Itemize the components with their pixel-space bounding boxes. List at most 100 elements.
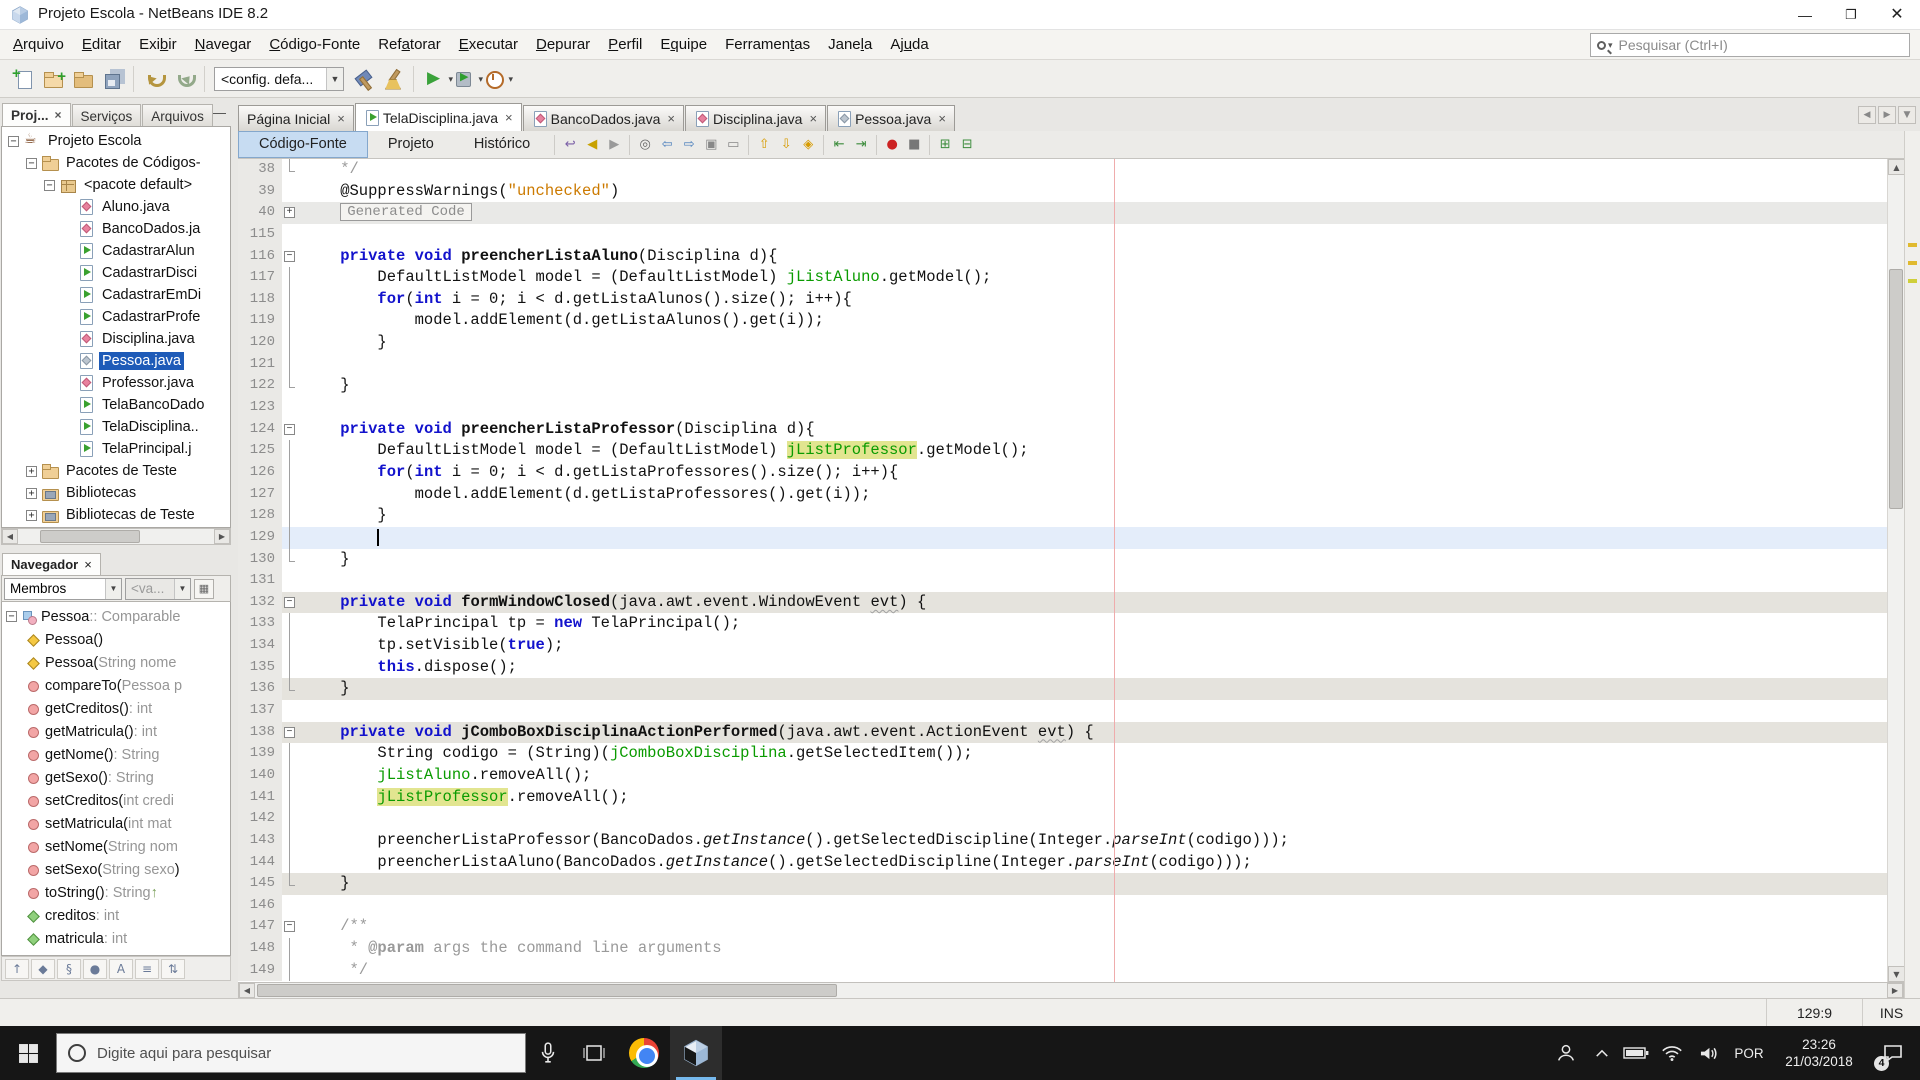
- menu-depurar[interactable]: Depurar: [527, 30, 599, 60]
- new-project-button[interactable]: +: [38, 64, 68, 94]
- scroll-left-icon[interactable]: ◀: [239, 983, 255, 998]
- tree-item[interactable]: BancoDados.ja: [2, 218, 230, 240]
- menu-janela[interactable]: Janela: [819, 30, 881, 60]
- tab-projects[interactable]: Proj... ×: [2, 103, 71, 127]
- chrome-taskbar-button[interactable]: [618, 1026, 670, 1080]
- navigator-member[interactable]: toString() : String ↑: [2, 881, 230, 904]
- warning-mark[interactable]: [1908, 261, 1917, 265]
- editor-tab[interactable]: Página Inicial ×: [238, 105, 354, 131]
- menu-equipe[interactable]: Equipe: [651, 30, 716, 60]
- scroll-tabs-left-icon[interactable]: ◀: [1858, 106, 1876, 124]
- editor-vertical-scrollbar[interactable]: ▲ ▼: [1887, 159, 1905, 982]
- navigator-member[interactable]: getNome() : String: [2, 743, 230, 766]
- tree-item[interactable]: CadastrarDisci: [2, 262, 230, 284]
- toggle-highlight-icon[interactable]: ▣: [700, 134, 722, 155]
- uncomment-icon[interactable]: ⊟: [956, 134, 978, 155]
- close-tab-icon[interactable]: ×: [84, 557, 92, 572]
- menu-arquivo[interactable]: Arquivo: [4, 30, 73, 60]
- view-tab-histrico[interactable]: Histórico: [454, 131, 550, 158]
- editor-tab[interactable]: TelaDisciplina.java ×: [354, 103, 522, 131]
- previous-occurrence-icon[interactable]: ⇦: [656, 134, 678, 155]
- build-project-button[interactable]: [348, 64, 378, 94]
- task-view-button[interactable]: [570, 1026, 618, 1080]
- scroll-up-icon[interactable]: ▲: [1888, 159, 1905, 175]
- clock[interactable]: 23:26 21/03/2018: [1772, 1036, 1866, 1070]
- menu-perfil[interactable]: Perfil: [599, 30, 651, 60]
- language-indicator[interactable]: POR: [1726, 1026, 1772, 1080]
- tree-item[interactable]: TelaPrincipal.j: [2, 438, 230, 460]
- volume-button[interactable]: [1690, 1026, 1726, 1080]
- collapse-icon[interactable]: −: [6, 611, 17, 622]
- next-bookmark-icon[interactable]: ⇩: [775, 134, 797, 155]
- tree-item[interactable]: − Pacotes de Códigos-: [2, 152, 230, 174]
- inherited-filter-select[interactable]: <va... ▼: [125, 577, 191, 600]
- projects-horizontal-scrollbar[interactable]: ◀ ▶: [1, 528, 231, 545]
- menu-editar[interactable]: Editar: [73, 30, 130, 60]
- collapse-icon[interactable]: −: [44, 179, 55, 191]
- tree-item[interactable]: Pessoa.java: [2, 350, 230, 372]
- tab-services[interactable]: Serviços: [71, 104, 142, 127]
- tree-item[interactable]: Professor.java: [2, 372, 230, 394]
- profile-project-button[interactable]: ▾: [479, 64, 513, 94]
- scrollbar-thumb[interactable]: [1889, 269, 1903, 509]
- navigator-member[interactable]: setNome(String nom: [2, 835, 230, 858]
- tab-files[interactable]: Arquivos: [142, 104, 213, 127]
- close-tab-icon[interactable]: ×: [667, 111, 675, 126]
- collapse-icon[interactable]: −: [8, 135, 19, 147]
- redo-button[interactable]: [169, 64, 199, 94]
- menu-executar[interactable]: Executar: [450, 30, 527, 60]
- navigator-member[interactable]: setCreditos(int credi: [2, 789, 230, 812]
- fold-collapse-icon[interactable]: −: [284, 596, 295, 608]
- collapse-icon[interactable]: −: [26, 157, 37, 169]
- close-tab-icon[interactable]: ×: [938, 111, 946, 126]
- shift-right-icon[interactable]: ⇥: [850, 134, 872, 155]
- run-project-button[interactable]: ▾: [419, 64, 453, 94]
- expand-all-icon[interactable]: ⇅: [161, 958, 185, 979]
- navigator-member[interactable]: Pessoa(String nome: [2, 651, 230, 674]
- tree-item[interactable]: + Bibliotecas: [2, 482, 230, 504]
- tree-item[interactable]: CadastrarProfe: [2, 306, 230, 328]
- navigator-member[interactable]: matricula : int: [2, 927, 230, 950]
- undo-button[interactable]: [139, 64, 169, 94]
- new-file-button[interactable]: [8, 64, 38, 94]
- scrollbar-thumb[interactable]: [40, 530, 140, 543]
- fold-collapse-icon[interactable]: −: [284, 921, 295, 933]
- tree-item[interactable]: CadastrarAlun: [2, 240, 230, 262]
- scroll-down-icon[interactable]: ▼: [1888, 966, 1905, 982]
- save-all-button[interactable]: [98, 64, 128, 94]
- navigator-settings-icon[interactable]: ▦: [194, 578, 214, 599]
- menu-ajuda[interactable]: Ajuda: [881, 30, 937, 60]
- expand-icon[interactable]: +: [26, 465, 37, 477]
- editor-tab[interactable]: Pessoa.java ×: [827, 105, 955, 131]
- navigator-member[interactable]: Pessoa(): [2, 628, 230, 651]
- navigator-member[interactable]: setMatricula(int mat: [2, 812, 230, 835]
- view-tab-cdigofonte[interactable]: Código-Fonte: [238, 131, 368, 158]
- expand-icon[interactable]: +: [26, 487, 37, 499]
- tree-item[interactable]: TelaDisciplina..: [2, 416, 230, 438]
- network-button[interactable]: [1654, 1026, 1690, 1080]
- show-inherited-icon[interactable]: ↑: [5, 958, 29, 979]
- menu-navegar[interactable]: Navegar: [186, 30, 261, 60]
- netbeans-taskbar-button[interactable]: [670, 1026, 722, 1080]
- open-project-button[interactable]: [68, 64, 98, 94]
- clean-build-project-button[interactable]: [378, 64, 408, 94]
- navigator-member[interactable]: setSexo(String sexo): [2, 858, 230, 881]
- last-edit-location-icon[interactable]: ↩: [559, 134, 581, 155]
- navigator-member[interactable]: getMatricula() : int: [2, 720, 230, 743]
- action-center-button[interactable]: 4: [1866, 1026, 1920, 1080]
- editor-tab[interactable]: BancoDados.java ×: [522, 105, 684, 131]
- navigator-member[interactable]: − Pessoa :: Comparable: [2, 605, 230, 628]
- tree-item[interactable]: CadastrarEmDi: [2, 284, 230, 306]
- next-occurrence-icon[interactable]: ⇨: [678, 134, 700, 155]
- scroll-tabs-right-icon[interactable]: ▶: [1878, 106, 1896, 124]
- menu-codigo-fonte[interactable]: Código-Fonte: [260, 30, 369, 60]
- tree-item[interactable]: Disciplina.java: [2, 328, 230, 350]
- scroll-left-icon[interactable]: ◀: [2, 529, 18, 544]
- taskbar-search-input[interactable]: Digite aqui para pesquisar: [56, 1033, 526, 1073]
- navigator-member[interactable]: getCreditos() : int: [2, 697, 230, 720]
- warning-mark[interactable]: [1908, 243, 1917, 247]
- show-hidden-icons-button[interactable]: [1586, 1026, 1618, 1080]
- sort-by-source-icon[interactable]: ≡: [135, 958, 159, 979]
- tree-item[interactable]: TelaBancoDado: [2, 394, 230, 416]
- fold-expand-icon[interactable]: +: [284, 207, 295, 219]
